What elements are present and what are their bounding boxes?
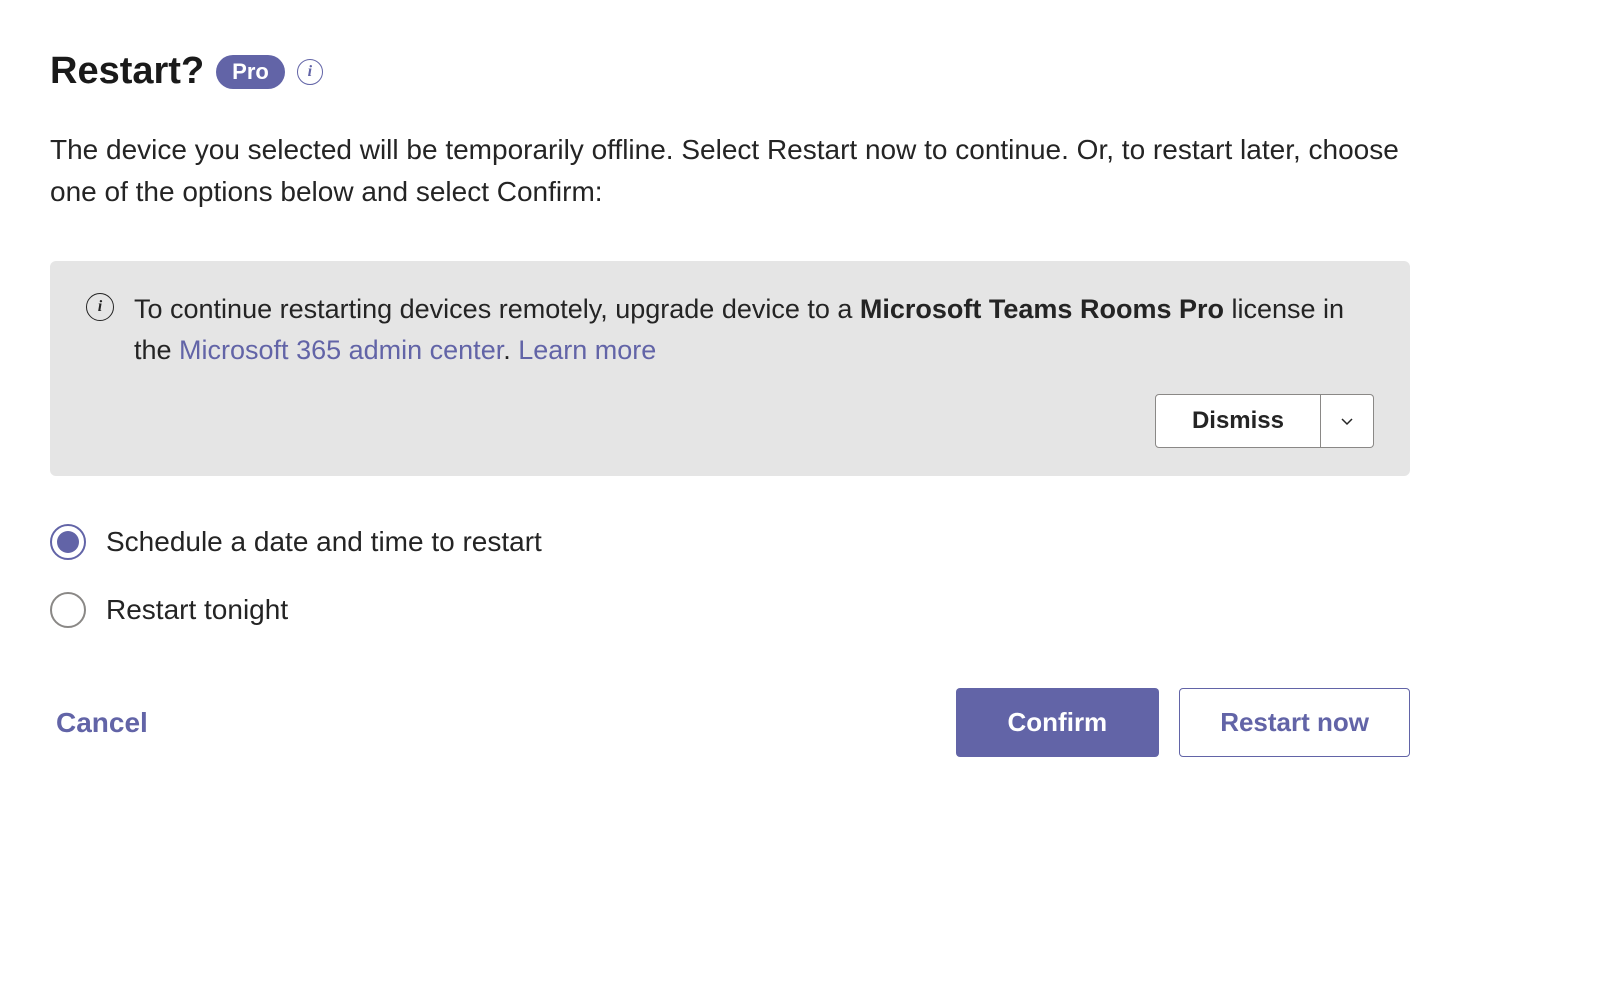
dismiss-button-group: Dismiss bbox=[1155, 394, 1374, 448]
dialog-header: Restart? Pro i bbox=[50, 50, 1410, 93]
info-icon: i bbox=[86, 293, 114, 321]
banner-content: i To continue restarting devices remotel… bbox=[86, 289, 1374, 370]
dismiss-button[interactable]: Dismiss bbox=[1155, 394, 1321, 448]
radio-label-tonight: Restart tonight bbox=[106, 594, 288, 626]
banner-text: To continue restarting devices remotely,… bbox=[134, 289, 1374, 370]
footer-buttons: Confirm Restart now bbox=[956, 688, 1410, 757]
dialog-title: Restart? bbox=[50, 50, 204, 93]
learn-more-link[interactable]: Learn more bbox=[518, 335, 656, 365]
banner-text-bold: Microsoft Teams Rooms Pro bbox=[860, 294, 1224, 324]
dismiss-dropdown-button[interactable] bbox=[1321, 394, 1374, 448]
info-icon[interactable]: i bbox=[297, 59, 323, 85]
admin-center-link[interactable]: Microsoft 365 admin center bbox=[179, 335, 503, 365]
confirm-button[interactable]: Confirm bbox=[956, 688, 1160, 757]
restart-dialog: Restart? Pro i The device you selected w… bbox=[50, 50, 1410, 757]
chevron-down-icon bbox=[1339, 413, 1355, 429]
radio-inner-dot bbox=[57, 531, 79, 553]
radio-button-selected bbox=[50, 524, 86, 560]
pro-badge: Pro bbox=[216, 55, 285, 89]
radio-schedule[interactable]: Schedule a date and time to restart bbox=[50, 524, 1410, 560]
cancel-button[interactable]: Cancel bbox=[50, 707, 148, 739]
radio-tonight[interactable]: Restart tonight bbox=[50, 592, 1410, 628]
radio-label-schedule: Schedule a date and time to restart bbox=[106, 526, 542, 558]
restart-now-button[interactable]: Restart now bbox=[1179, 688, 1410, 757]
dialog-footer: Cancel Confirm Restart now bbox=[50, 688, 1410, 757]
upgrade-banner: i To continue restarting devices remotel… bbox=[50, 261, 1410, 476]
dialog-description: The device you selected will be temporar… bbox=[50, 129, 1410, 213]
radio-button-unselected bbox=[50, 592, 86, 628]
banner-text-period: . bbox=[503, 335, 518, 365]
banner-actions: Dismiss bbox=[86, 394, 1374, 448]
banner-text-prefix: To continue restarting devices remotely,… bbox=[134, 294, 860, 324]
restart-options: Schedule a date and time to restart Rest… bbox=[50, 524, 1410, 628]
